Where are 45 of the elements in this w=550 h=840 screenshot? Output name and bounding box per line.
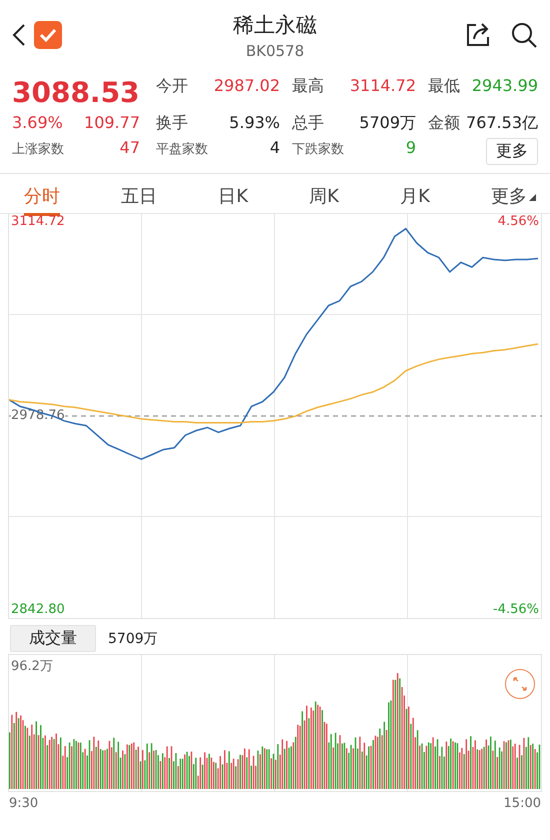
search-icon[interactable]: [510, 21, 538, 49]
stat-label: 平盘家数: [156, 141, 208, 158]
chart-tab[interactable]: 周K: [309, 184, 339, 216]
change-value: 109.77: [84, 113, 140, 134]
stat-value: 767.53亿: [466, 113, 538, 134]
page-title: 稀土永磁: [233, 12, 317, 38]
volume-total: 5709万: [108, 630, 158, 648]
stat-label: 上涨家数: [12, 141, 64, 158]
axis-label: 2842.80: [11, 602, 65, 617]
expand-icon[interactable]: [505, 669, 535, 699]
stat-value: 2943.99: [472, 76, 538, 95]
stat-label: 下跌家数: [292, 141, 344, 158]
chart-tab[interactable]: 日K: [218, 184, 248, 216]
stat-value: 3114.72: [350, 76, 416, 95]
checkmark-icon[interactable]: [34, 21, 62, 49]
change-percent: 3.69%: [12, 113, 63, 134]
volume-tab[interactable]: 成交量: [10, 625, 96, 652]
axis-label: 96.2万: [11, 658, 53, 675]
stat-value: 9: [406, 138, 416, 157]
chart-tab[interactable]: 五日: [121, 184, 158, 216]
stat-value: 47: [120, 138, 140, 157]
stat-label: 最高: [292, 76, 324, 97]
axis-label: 4.56%: [498, 214, 539, 229]
chart-tab[interactable]: 月K: [400, 184, 430, 216]
chart-tab[interactable]: 更多: [490, 184, 536, 216]
stat-label: 最低: [428, 76, 460, 97]
chart-tab[interactable]: 分时: [24, 184, 60, 216]
dropdown-icon: [528, 194, 536, 201]
stat-label: 换手: [156, 113, 188, 134]
stat-value: 4: [270, 138, 280, 157]
more-button[interactable]: 更多: [486, 138, 538, 165]
stat-label: 今开: [156, 76, 188, 97]
axis-label: -4.56%: [493, 602, 539, 617]
sector-code: BK0578: [246, 42, 304, 60]
stat-value: 2987.02: [214, 76, 280, 95]
stat-label: 总手: [292, 113, 324, 134]
back-icon[interactable]: [12, 23, 26, 47]
share-icon[interactable]: [464, 21, 492, 49]
start-time: 9:30: [9, 796, 38, 811]
end-time: 15:00: [504, 796, 541, 811]
stat-value: 5709万: [359, 113, 416, 134]
stat-value: 5.93%: [229, 113, 280, 132]
stat-label: 金额: [428, 113, 460, 134]
axis-label: 3114.72: [11, 214, 65, 229]
current-price: 3088.53: [12, 76, 141, 109]
